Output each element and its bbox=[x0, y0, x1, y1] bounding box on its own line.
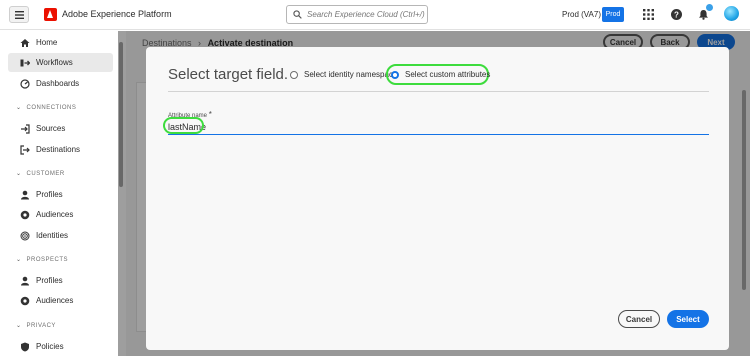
select-target-field-dialog: Select target field. Select identity nam… bbox=[146, 47, 729, 350]
section-privacy-label: PRIVACY bbox=[26, 322, 56, 329]
nav-workflows[interactable]: Workflows bbox=[8, 53, 113, 72]
section-connections[interactable]: ⌄ CONNECTIONS bbox=[16, 104, 77, 112]
app-title[interactable]: Adobe Experience Platform bbox=[62, 9, 172, 19]
chevron-down-icon: ⌄ bbox=[16, 171, 22, 177]
help-icon: ? bbox=[671, 9, 682, 20]
nav-dashboards-label: Dashboards bbox=[36, 79, 80, 88]
radio-identity-namespace-label[interactable]: Select identity namespace bbox=[304, 70, 397, 79]
user-avatar[interactable] bbox=[724, 6, 739, 21]
dialog-title: Select target field. bbox=[168, 66, 289, 83]
top-bar: Adobe Experience Platform Prod (VA7) Pro… bbox=[0, 0, 750, 30]
audiences-icon bbox=[20, 296, 30, 306]
sandbox-badge[interactable]: Prod bbox=[602, 7, 624, 22]
attribute-value-highlight bbox=[163, 117, 204, 134]
nav-identities[interactable]: Identities bbox=[8, 226, 113, 245]
profiles-icon bbox=[20, 276, 30, 286]
nav-workflows-label: Workflows bbox=[36, 58, 73, 67]
dialog-select-button[interactable]: Select bbox=[667, 310, 709, 328]
policies-icon bbox=[20, 342, 30, 352]
nav-policies-label: Policies bbox=[36, 342, 64, 351]
chevron-down-icon: ⌄ bbox=[16, 105, 22, 111]
nav-customer-profiles[interactable]: Profiles bbox=[8, 185, 113, 204]
nav-customer-audiences-label: Audiences bbox=[36, 210, 74, 219]
radio-custom-attributes-label[interactable]: Select custom attributes bbox=[405, 70, 490, 79]
nav-prospect-audiences[interactable]: Audiences bbox=[8, 291, 113, 310]
nav-identities-label: Identities bbox=[36, 231, 69, 240]
sources-icon bbox=[20, 123, 30, 134]
nav-destinations-label: Destinations bbox=[36, 145, 81, 154]
hamburger-menu-button[interactable] bbox=[9, 6, 29, 23]
home-icon bbox=[20, 38, 30, 48]
destinations-icon bbox=[20, 144, 30, 155]
radio-unchecked-icon[interactable] bbox=[290, 70, 298, 79]
search-box[interactable] bbox=[286, 5, 428, 24]
apps-grid-button[interactable] bbox=[642, 8, 655, 21]
section-prospects[interactable]: ⌄ PROSPECTS bbox=[16, 256, 69, 264]
dashboards-icon bbox=[20, 78, 30, 89]
section-connections-label: CONNECTIONS bbox=[26, 104, 77, 111]
nav-home[interactable]: Home bbox=[8, 33, 113, 52]
chevron-down-icon: ⌄ bbox=[16, 323, 22, 329]
radio-checked-icon[interactable] bbox=[391, 70, 399, 79]
hamburger-icon bbox=[14, 10, 24, 19]
notification-dot bbox=[706, 4, 713, 11]
nav-prospect-profiles[interactable]: Profiles bbox=[8, 271, 113, 290]
audiences-icon bbox=[20, 210, 30, 220]
workflows-icon bbox=[20, 58, 30, 68]
section-customer[interactable]: ⌄ CUSTOMER bbox=[16, 170, 65, 178]
attribute-name-input[interactable] bbox=[168, 119, 709, 135]
radio-custom-attributes[interactable]: Select custom attributes bbox=[391, 70, 490, 79]
dialog-cancel-button[interactable]: Cancel bbox=[618, 310, 660, 328]
help-button[interactable]: ? bbox=[670, 8, 683, 21]
profiles-icon bbox=[20, 190, 30, 200]
nav-policies[interactable]: Policies bbox=[8, 337, 113, 356]
section-privacy[interactable]: ⌄ PRIVACY bbox=[16, 322, 56, 330]
section-prospects-label: PROSPECTS bbox=[26, 256, 69, 263]
nav-sources-label: Sources bbox=[36, 124, 66, 133]
nav-sources[interactable]: Sources bbox=[8, 119, 113, 138]
nav-destinations[interactable]: Destinations bbox=[8, 140, 113, 159]
nav-customer-audiences[interactable]: Audiences bbox=[8, 205, 113, 224]
nav-customer-profiles-label: Profiles bbox=[36, 190, 63, 199]
search-icon bbox=[293, 10, 302, 19]
radio-identity-namespace[interactable]: Select identity namespace bbox=[290, 70, 397, 79]
nav-home-label: Home bbox=[36, 38, 58, 47]
search-input[interactable] bbox=[307, 10, 427, 19]
adobe-logo-icon[interactable] bbox=[44, 8, 57, 21]
chevron-down-icon: ⌄ bbox=[16, 257, 22, 263]
nav-dashboards[interactable]: Dashboards bbox=[8, 74, 113, 93]
svg-text:?: ? bbox=[674, 10, 679, 19]
identities-icon bbox=[20, 231, 30, 241]
nav-prospect-profiles-label: Profiles bbox=[36, 276, 63, 285]
dialog-divider bbox=[168, 91, 709, 92]
required-asterisk: * bbox=[208, 110, 212, 119]
org-name[interactable]: Prod (VA7) bbox=[562, 10, 601, 19]
nav-prospect-audiences-label: Audiences bbox=[36, 296, 74, 305]
apps-grid-icon bbox=[643, 9, 654, 20]
section-customer-label: CUSTOMER bbox=[26, 170, 65, 177]
